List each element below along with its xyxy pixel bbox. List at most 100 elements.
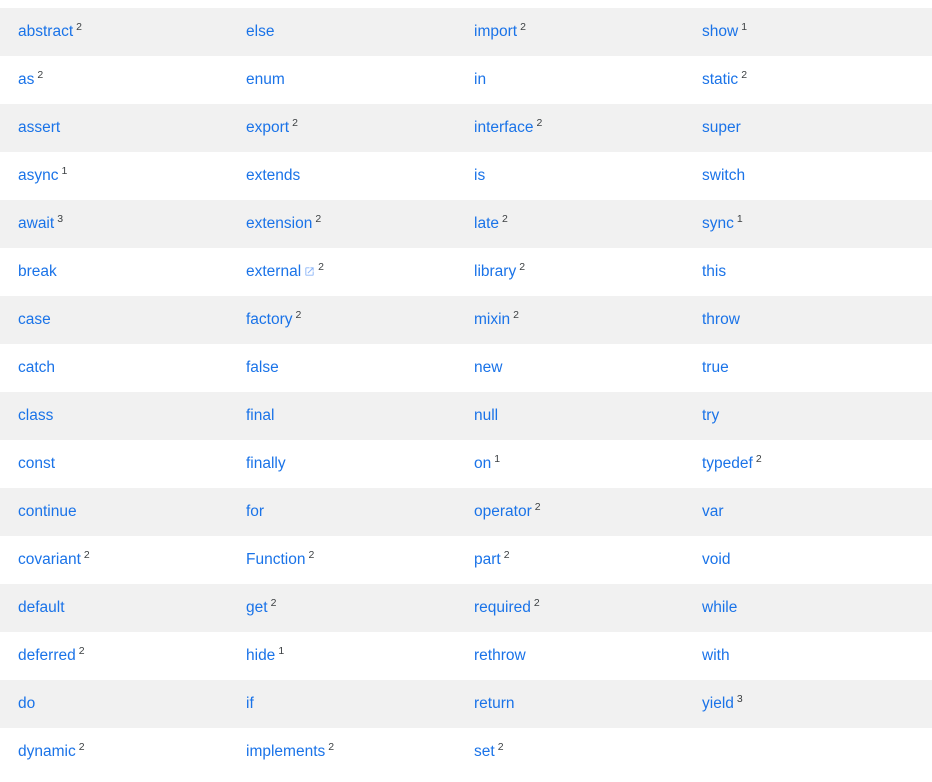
keyword-link-return[interactable]: return (474, 695, 515, 712)
keyword-link-import[interactable]: import (474, 23, 517, 40)
keyword-link-sync[interactable]: sync (702, 215, 734, 232)
keyword-link-await[interactable]: await (18, 215, 54, 232)
keyword-link-typedef[interactable]: typedef (702, 455, 753, 472)
keyword-link-const[interactable]: const (18, 455, 55, 472)
keyword-link-dynamic[interactable]: dynamic (18, 743, 76, 760)
keyword-link-class[interactable]: class (18, 407, 53, 424)
table-row: case factory 2 mixin 2 throw (0, 296, 932, 344)
keyword-link-try[interactable]: try (702, 407, 719, 424)
table-row: await 3 extension 2 late 2 sync 1 (0, 200, 932, 248)
keyword-cell: const (0, 440, 228, 488)
keyword-link-void[interactable]: void (702, 551, 730, 568)
keyword-link-var[interactable]: var (702, 503, 724, 520)
keyword-link-get[interactable]: get (246, 599, 268, 616)
keyword-link-external[interactable]: external (246, 263, 301, 280)
keyword-cell: part 2 (474, 548, 510, 568)
keyword-link-operator[interactable]: operator (474, 503, 532, 520)
keyword-link-is[interactable]: is (474, 167, 485, 184)
keyword-link-switch[interactable]: switch (702, 167, 745, 184)
keyword-link-this[interactable]: this (702, 263, 726, 280)
keyword-cell: operator 2 (474, 500, 541, 520)
keyword-link-library[interactable]: library (474, 263, 516, 280)
table-row: covariant 2 Function 2 part 2 void (0, 536, 932, 584)
external-link-icon[interactable] (304, 266, 315, 277)
keyword-cell: void (684, 536, 932, 584)
keyword-link-hide[interactable]: hide (246, 647, 275, 664)
keyword-cell: sync 1 (702, 212, 743, 232)
keyword-link-continue[interactable]: continue (18, 503, 77, 520)
keyword-cell: interface 2 (474, 116, 543, 136)
keyword-link-super[interactable]: super (702, 119, 741, 136)
keyword-link-export[interactable]: export (246, 119, 289, 136)
keyword-link-catch[interactable]: catch (18, 359, 55, 376)
keyword-cell: library 2 (474, 260, 526, 280)
keyword-cell: implements 2 (246, 740, 335, 760)
keyword-cell: switch (684, 152, 932, 200)
keyword-link-deferred[interactable]: deferred (18, 647, 76, 664)
keyword-link-late[interactable]: late (474, 215, 499, 232)
keyword-link-default[interactable]: default (18, 599, 65, 616)
keyword-cell: export 2 (246, 116, 298, 136)
keyword-link-assert[interactable]: assert (18, 119, 60, 136)
keyword-link-async[interactable]: async (18, 167, 59, 184)
keyword-link-final[interactable]: final (246, 407, 274, 424)
keyword-link-in[interactable]: in (474, 71, 486, 88)
keyword-link-throw[interactable]: throw (702, 311, 740, 328)
keyword-cell: super (684, 104, 932, 152)
table-row: do if return yield 3 (0, 680, 932, 728)
keyword-link-else[interactable]: else (246, 23, 274, 40)
keyword-cell: true (684, 344, 932, 392)
table-row: break external 2 library 2 this (0, 248, 932, 296)
table-row: catch false new true (0, 344, 932, 392)
keyword-link-mixin[interactable]: mixin (474, 311, 510, 328)
keyword-link-extends[interactable]: extends (246, 167, 300, 184)
keyword-cell: typedef 2 (702, 452, 762, 472)
keyword-link-null[interactable]: null (474, 407, 498, 424)
keyword-link-on[interactable]: on (474, 455, 491, 472)
keyword-link-break[interactable]: break (18, 263, 57, 280)
keyword-cell: abstract 2 (18, 20, 82, 40)
keyword-link-for[interactable]: for (246, 503, 264, 520)
keyword-link-rethrow[interactable]: rethrow (474, 647, 526, 664)
keyword-link-case[interactable]: case (18, 311, 51, 328)
keyword-link-show[interactable]: show (702, 23, 738, 40)
keyword-cell: extends (228, 152, 456, 200)
empty-cell (684, 728, 932, 776)
keyword-link-enum[interactable]: enum (246, 71, 285, 88)
keyword-link-finally[interactable]: finally (246, 455, 286, 472)
keyword-cell: for (228, 488, 456, 536)
keyword-link-false[interactable]: false (246, 359, 279, 376)
keyword-link-true[interactable]: true (702, 359, 729, 376)
keyword-link-do[interactable]: do (18, 695, 35, 712)
keyword-link-new[interactable]: new (474, 359, 502, 376)
keyword-link-interface[interactable]: interface (474, 119, 533, 136)
keyword-cell: return (456, 680, 684, 728)
keyword-cell: finally (228, 440, 456, 488)
keyword-link-as[interactable]: as (18, 71, 34, 88)
keyword-cell: null (456, 392, 684, 440)
keyword-link-with[interactable]: with (702, 647, 730, 664)
keyword-link-factory[interactable]: factory (246, 311, 293, 328)
keyword-cell: false (228, 344, 456, 392)
keyword-link-while[interactable]: while (702, 599, 737, 616)
keyword-cell: enum (228, 56, 456, 104)
keyword-link-if[interactable]: if (246, 695, 254, 712)
keyword-link-function[interactable]: Function (246, 551, 305, 568)
keyword-link-abstract[interactable]: abstract (18, 23, 73, 40)
keyword-cell: if (228, 680, 456, 728)
keyword-link-yield[interactable]: yield (702, 695, 734, 712)
keyword-cell: catch (0, 344, 228, 392)
keyword-cell: else (228, 8, 456, 56)
keyword-link-part[interactable]: part (474, 551, 501, 568)
keyword-cell: default (0, 584, 228, 632)
keyword-cell: rethrow (456, 632, 684, 680)
keyword-cell: dynamic 2 (18, 740, 85, 760)
keyword-link-extension[interactable]: extension (246, 215, 312, 232)
table-row: continue for operator 2 var (0, 488, 932, 536)
keyword-link-implements[interactable]: implements (246, 743, 325, 760)
keyword-link-covariant[interactable]: covariant (18, 551, 81, 568)
keyword-link-set[interactable]: set (474, 743, 495, 760)
table-row: async 1 extends is switch (0, 152, 932, 200)
keyword-link-required[interactable]: required (474, 599, 531, 616)
keyword-link-static[interactable]: static (702, 71, 738, 88)
